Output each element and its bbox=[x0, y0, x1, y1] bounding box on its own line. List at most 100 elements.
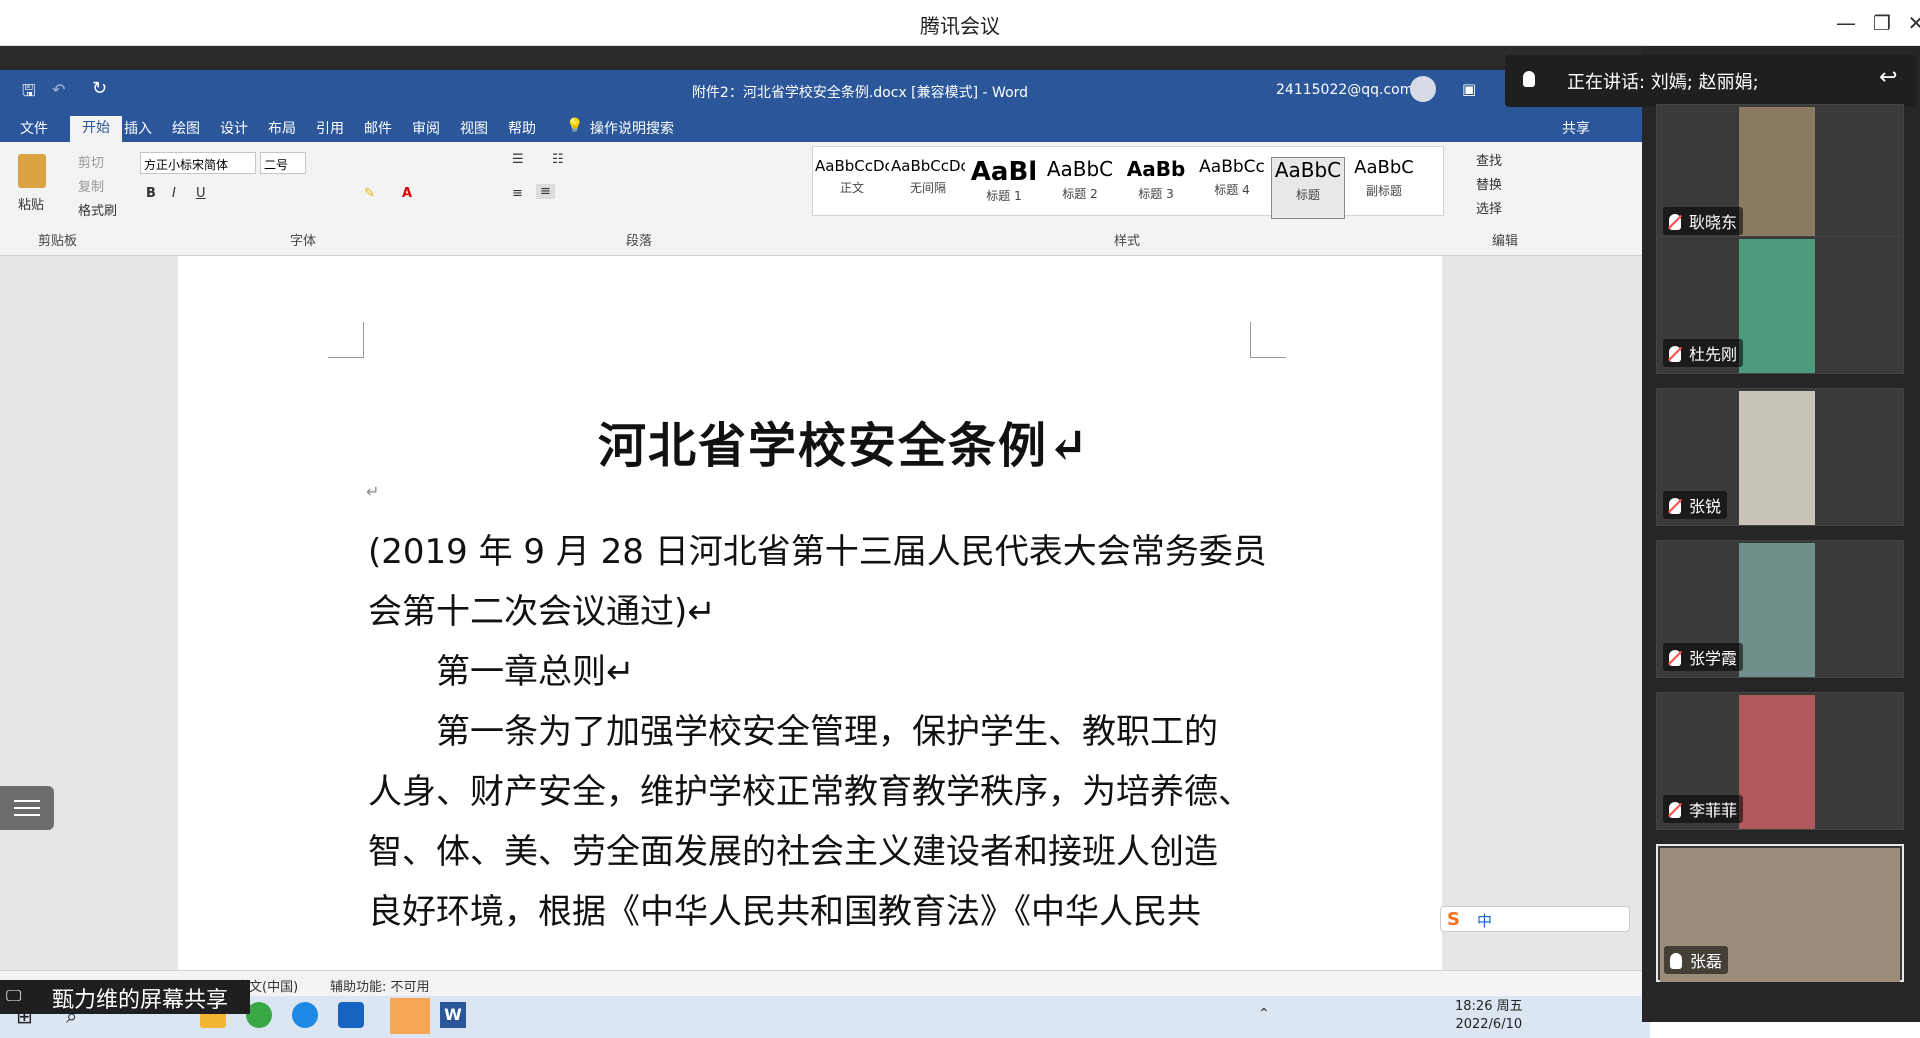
tab-view[interactable]: 视图 bbox=[460, 118, 488, 138]
find-button[interactable]: 查找 bbox=[1476, 150, 1502, 169]
speaking-text: 正在讲话: 刘嫣; 赵丽娟; bbox=[1567, 72, 1759, 93]
mic-icon bbox=[1523, 69, 1543, 90]
tray-chevron-icon[interactable]: ⌃ bbox=[1258, 1006, 1270, 1022]
style-title[interactable]: AaBbC 标题 bbox=[1271, 157, 1345, 219]
align-left-icon[interactable]: ≡ bbox=[512, 186, 523, 201]
highlight-icon[interactable]: ✎ bbox=[364, 186, 375, 201]
outline-icon[interactable] bbox=[0, 786, 54, 830]
paste-icon[interactable] bbox=[18, 154, 46, 188]
style-sample: AaBbCc bbox=[1199, 157, 1265, 177]
style-normal[interactable]: AaBbCcDc 正文 bbox=[815, 157, 889, 219]
font-size-select[interactable]: 二号 bbox=[260, 152, 306, 174]
undo-icon[interactable]: ↶ bbox=[52, 80, 65, 99]
collapse-icon[interactable]: ↩ bbox=[1879, 65, 1897, 90]
close-button[interactable]: ✕ bbox=[1896, 8, 1920, 38]
lightbulb-icon: 💡 bbox=[566, 118, 584, 134]
accessibility-status[interactable]: 辅助功能: 不可用 bbox=[330, 976, 430, 995]
ribbon-display-icon[interactable]: ▣ bbox=[1462, 80, 1476, 98]
save-icon[interactable]: 🖫 bbox=[22, 80, 36, 107]
shared-screen: 🖫 ↶ ↻ 附件2：河北省学校安全条例.docx [兼容模式] - Word 2… bbox=[0, 46, 1650, 1038]
sogou-icon: S bbox=[1447, 909, 1460, 930]
clock-time: 18:26 周五 bbox=[1455, 999, 1523, 1014]
doc-line: 第一条为了加强学校安全管理，保护学生、教职工的 bbox=[436, 712, 1218, 752]
underline-button[interactable]: U bbox=[196, 186, 206, 201]
margin-corner-left bbox=[328, 322, 364, 358]
word-app-icon[interactable]: W bbox=[440, 1002, 466, 1028]
style-name: 标题 1 bbox=[986, 189, 1022, 203]
style-no-spacing[interactable]: AaBbCcDc 无间隔 bbox=[891, 157, 965, 219]
meeting-titlebar: 腾讯会议 — ❐ ✕ bbox=[0, 0, 1920, 46]
bold-button[interactable]: B bbox=[146, 186, 156, 201]
tell-me-search[interactable]: 操作说明搜索 bbox=[590, 118, 674, 138]
tab-layout[interactable]: 布局 bbox=[268, 118, 296, 138]
style-name: 标题 2 bbox=[1062, 187, 1098, 201]
font-color-icon[interactable]: A bbox=[402, 186, 412, 201]
minimize-button[interactable]: — bbox=[1826, 8, 1866, 38]
cut-button[interactable]: 剪切 bbox=[78, 152, 104, 171]
select-button[interactable]: 选择 bbox=[1476, 198, 1502, 217]
ime-mode[interactable]: 中 bbox=[1477, 910, 1492, 931]
align-center-icon[interactable]: ≡ bbox=[536, 184, 555, 199]
muted-mic-icon bbox=[1669, 802, 1681, 818]
redo-icon[interactable]: ↻ bbox=[92, 78, 107, 99]
participant-name: 耿晓东 bbox=[1663, 207, 1744, 235]
participant-video bbox=[1739, 391, 1815, 525]
clock-date: 2022/6/10 bbox=[1455, 1017, 1523, 1032]
format-painter-button[interactable]: 格式刷 bbox=[78, 200, 117, 219]
font-name-select[interactable]: 方正小标宋简体 bbox=[140, 152, 256, 174]
edge-icon[interactable] bbox=[292, 1002, 318, 1028]
meeting-app-icon[interactable] bbox=[338, 1002, 364, 1028]
replace-button[interactable]: 替换 bbox=[1476, 174, 1502, 193]
style-name: 副标题 bbox=[1365, 184, 1402, 198]
tab-insert[interactable]: 插入 bbox=[124, 118, 152, 138]
tab-file[interactable]: 文件 bbox=[20, 118, 48, 138]
participant-name: 张学霞 bbox=[1663, 643, 1744, 671]
tab-design[interactable]: 设计 bbox=[220, 118, 248, 138]
ime-toolbar[interactable]: S 中 bbox=[1440, 906, 1630, 932]
wechat-icon[interactable] bbox=[390, 998, 430, 1034]
muted-mic-icon bbox=[1669, 214, 1681, 230]
italic-button[interactable]: I bbox=[172, 186, 176, 201]
style-heading-1[interactable]: AaBl 标题 1 bbox=[967, 157, 1041, 219]
empty-paragraph: ↵ bbox=[366, 482, 380, 501]
style-heading-3[interactable]: AaBb 标题 3 bbox=[1119, 157, 1193, 219]
bullets-icon[interactable]: ☰ bbox=[512, 152, 524, 167]
tab-home[interactable]: 开始 bbox=[70, 116, 122, 144]
muted-mic-icon bbox=[1669, 498, 1681, 514]
document-page[interactable]: 河北省学校安全条例↵ ↵ (2019 年 9 月 28 日河北省第十三届人民代表… bbox=[178, 256, 1442, 970]
share-button[interactable]: 共享 bbox=[1562, 118, 1590, 138]
paste-label[interactable]: 粘贴 bbox=[18, 194, 44, 213]
participant-tile[interactable]: 张学霞 bbox=[1656, 540, 1904, 678]
participant-tile[interactable]: 李菲菲 bbox=[1656, 692, 1904, 830]
tab-draw[interactable]: 绘图 bbox=[172, 118, 200, 138]
speaking-indicator: 正在讲话: 刘嫣; 赵丽娟; ↩ bbox=[1505, 55, 1917, 107]
muted-mic-icon bbox=[1669, 650, 1681, 666]
participant-video bbox=[1739, 107, 1815, 241]
style-sample: AaBl bbox=[970, 157, 1038, 187]
style-sample: AaBbC bbox=[1354, 157, 1414, 178]
paragraph-group-label: 段落 bbox=[626, 234, 653, 249]
style-heading-4[interactable]: AaBbCc 标题 4 bbox=[1195, 157, 1269, 219]
font-group-label: 字体 bbox=[290, 234, 317, 249]
ribbon-tabs: 文件 开始 插入 绘图 设计 布局 引用 邮件 审阅 视图 帮助 💡 操作说明搜… bbox=[0, 114, 1650, 144]
styles-gallery: AaBbCcDc 正文 AaBbCcDc 无间隔 AaBl 标题 1 AaBbC 标题 … bbox=[812, 146, 1444, 219]
style-name: 正文 bbox=[839, 181, 864, 195]
screen-icon: 🖵 bbox=[6, 986, 22, 1005]
participant-tile[interactable]: 耿晓东 bbox=[1656, 104, 1904, 242]
copy-button[interactable]: 复制 bbox=[78, 176, 104, 195]
participant-tile[interactable]: 杜先刚 bbox=[1656, 236, 1904, 374]
style-subtitle[interactable]: AaBbC 副标题 bbox=[1347, 157, 1421, 219]
avatar[interactable] bbox=[1410, 76, 1436, 102]
taskbar-clock[interactable]: 18:26 周五 2022/6/10 bbox=[1455, 998, 1523, 1034]
account-email[interactable]: 24115022@qq.com bbox=[1276, 82, 1413, 98]
tab-review[interactable]: 审阅 bbox=[412, 118, 440, 138]
tab-mailings[interactable]: 邮件 bbox=[364, 118, 392, 138]
tab-references[interactable]: 引用 bbox=[316, 118, 344, 138]
participant-video bbox=[1739, 239, 1815, 373]
numbering-icon[interactable]: ☷ bbox=[552, 152, 564, 167]
participant-tile[interactable]: 张磊 bbox=[1656, 844, 1904, 982]
participant-tile[interactable]: 张锐 bbox=[1656, 388, 1904, 526]
style-name: 标题 3 bbox=[1138, 187, 1174, 201]
style-heading-2[interactable]: AaBbC 标题 2 bbox=[1043, 157, 1117, 219]
tab-help[interactable]: 帮助 bbox=[508, 118, 536, 138]
